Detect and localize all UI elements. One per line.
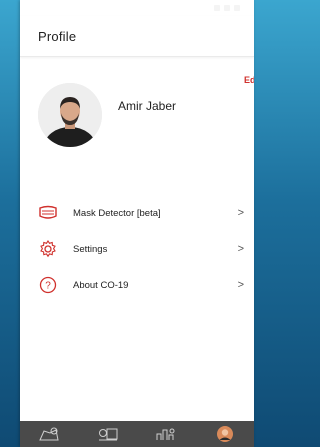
page-title: Profile [38,28,77,44]
person-photo-icon [38,83,102,147]
bottom-tab-bar [20,421,254,447]
mask-icon [38,203,58,223]
chevron-right-icon: > [237,243,244,255]
status-bar [20,0,254,16]
gear-icon [38,239,58,259]
map-pin-icon [39,427,59,441]
status-icon [234,5,240,11]
status-icon [224,5,230,11]
profile-avatar-icon [216,426,233,442]
edit-profile-button[interactable]: Edi [244,75,254,85]
menu-item-settings[interactable]: Settings > [20,231,254,267]
app-bar: Profile [20,16,254,57]
chevron-right-icon: > [237,279,244,291]
settings-menu: Mask Detector [beta] > Settings > ? Abou… [20,195,254,303]
tab-map[interactable] [37,424,61,444]
menu-item-mask-detector[interactable]: Mask Detector [beta] > [20,195,254,231]
user-name: Amir Jaber [118,99,177,113]
menu-item-about[interactable]: ? About CO-19 > [20,267,254,303]
avatar[interactable] [38,83,102,147]
question-icon: ? [38,275,58,295]
menu-item-label: About CO-19 [73,279,129,291]
tab-profile[interactable] [213,424,237,444]
menu-item-label: Mask Detector [beta] [73,207,161,219]
tab-monitor[interactable] [96,424,120,444]
profile-section: Amir Jaber Edi [20,57,254,169]
chart-icon [156,428,175,440]
menu-item-label: Settings [73,243,108,255]
status-icon [214,5,220,11]
app-screen: Profile Amir Jaber Edi M [20,0,254,447]
chevron-right-icon: > [237,207,244,219]
svg-text:?: ? [45,281,51,292]
tab-stats[interactable] [154,424,178,444]
monitor-icon [98,428,118,441]
